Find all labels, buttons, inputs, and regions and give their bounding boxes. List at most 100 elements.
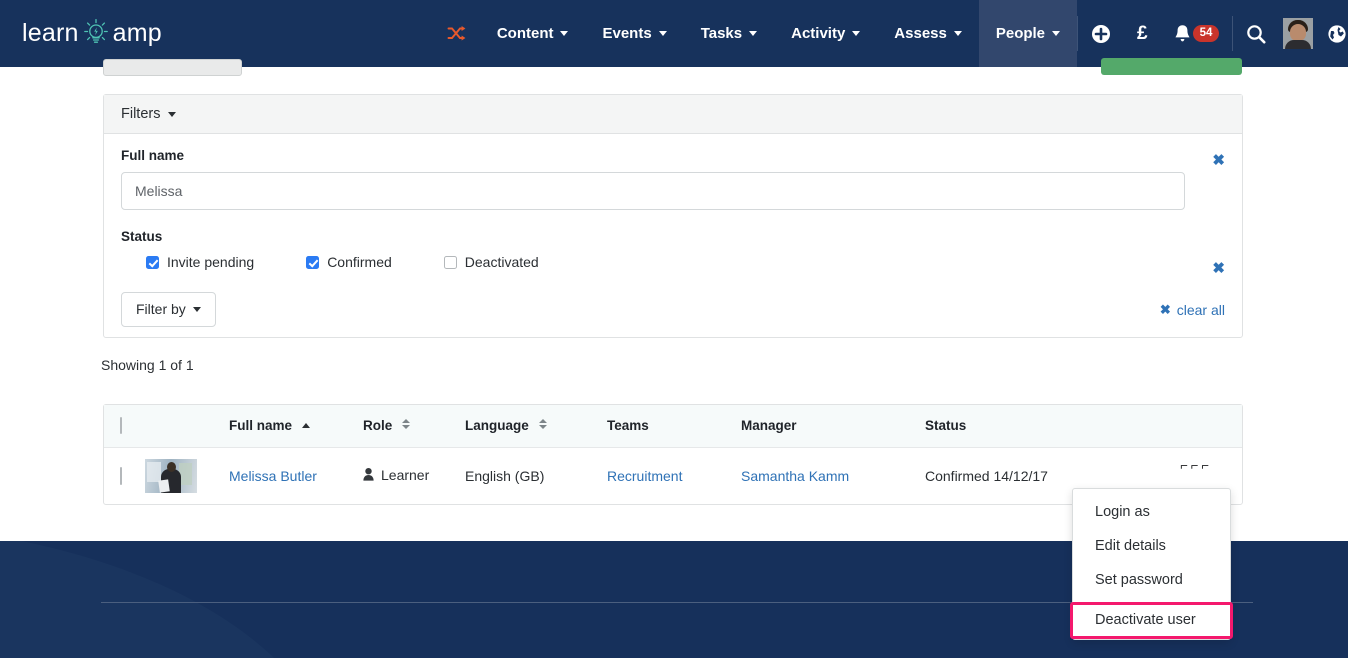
- row-role-label: Learner: [381, 467, 430, 484]
- plus-circle-icon: [1092, 24, 1111, 43]
- row-select-cell[interactable]: [104, 448, 145, 504]
- brand-text-left: learn: [22, 19, 79, 47]
- sort-both-icon: [402, 419, 411, 429]
- checkbox-box[interactable]: [146, 255, 159, 269]
- add-button[interactable]: [1078, 0, 1124, 67]
- chevron-down-icon: [749, 31, 758, 36]
- th-manager[interactable]: Manager: [741, 405, 925, 448]
- primary-nav: Content Events Tasks Activity Assess Peo…: [435, 0, 1078, 67]
- filters-panel-header[interactable]: Filters: [104, 95, 1242, 134]
- brand-text-right: amp: [112, 19, 162, 47]
- th-full-name[interactable]: Full name: [229, 405, 363, 448]
- add-people-button-cutoff[interactable]: [1101, 58, 1242, 75]
- chevron-down-icon: [658, 31, 667, 36]
- view-toggle-button-cutoff[interactable]: [103, 59, 242, 76]
- filter-actions-row: Filter by ✖ clear all: [121, 292, 1225, 327]
- filter-by-button[interactable]: Filter by: [121, 292, 216, 327]
- select-all-checkbox[interactable]: [120, 417, 122, 434]
- notifications-button[interactable]: 54: [1161, 0, 1233, 67]
- row-language-cell: English (GB): [465, 467, 545, 484]
- checkbox-box[interactable]: [306, 255, 320, 269]
- shuffle-icon[interactable]: [435, 0, 480, 67]
- clear-all-button[interactable]: ✖ clear all: [1160, 302, 1225, 318]
- row-teams-cell: Recruitment: [607, 448, 741, 504]
- avatar-window: [147, 461, 161, 482]
- checkbox-invite-pending[interactable]: Invite pending: [146, 254, 254, 270]
- full-name-input[interactable]: [121, 172, 1185, 210]
- th-label: Full name: [229, 418, 293, 433]
- th-role[interactable]: Role: [363, 405, 465, 448]
- nav-item-label: Activity: [791, 25, 846, 42]
- th-language[interactable]: Language: [465, 405, 607, 448]
- sort-ascending-icon: [301, 423, 310, 428]
- nav-item-content[interactable]: Content: [480, 0, 586, 67]
- table-header: Full name Role Language Teams Manager St…: [104, 405, 1242, 448]
- close-x-icon: ✖: [1159, 301, 1171, 317]
- checkbox-confirmed[interactable]: Confirmed: [306, 254, 392, 270]
- user-avatar[interactable]: [1283, 18, 1314, 49]
- bell-icon: [1175, 25, 1190, 42]
- filters-panel-body: Full name ✖ Status Invite pending Confir…: [104, 134, 1242, 337]
- status-checkbox-list: Invite pending Confirmed Deactivated: [121, 254, 1225, 270]
- table-header-row: Full name Role Language Teams Manager St…: [104, 405, 1242, 448]
- page-content: Filters Full name ✖ Status Invite pendin…: [0, 58, 1348, 541]
- language-button[interactable]: [1321, 0, 1348, 67]
- row-full-name-cell: Melissa Butler: [229, 448, 363, 504]
- remove-full-name-filter-icon[interactable]: ✖: [1212, 151, 1225, 169]
- row-role-cell: Learner: [363, 448, 465, 504]
- chevron-down-icon: [852, 31, 861, 36]
- brand-logo[interactable]: learn amp: [0, 0, 180, 67]
- nav-item-tasks[interactable]: Tasks: [684, 0, 774, 67]
- chevron-down-icon: [953, 31, 962, 36]
- menu-item-deactivate-user[interactable]: Deactivate user: [1070, 602, 1233, 639]
- person-icon: [363, 468, 374, 484]
- th-label: Language: [465, 418, 529, 433]
- avatar-document: [158, 479, 170, 493]
- menu-item-edit-details[interactable]: Edit details: [1073, 529, 1230, 563]
- nav-item-events[interactable]: Events: [585, 0, 683, 67]
- notification-count-badge: 54: [1192, 25, 1220, 42]
- th-actions: [1125, 405, 1242, 448]
- globe-icon: [1328, 24, 1347, 43]
- avatar-face: [1290, 24, 1307, 41]
- checkbox-label: Deactivated: [464, 254, 539, 270]
- filter-by-label: Filter by: [136, 301, 186, 317]
- th-label: Teams: [607, 418, 649, 433]
- checkbox-label: Invite pending: [167, 254, 255, 270]
- nav-item-label: People: [995, 25, 1046, 42]
- row-avatar-cell: [145, 448, 229, 504]
- nav-item-label: Content: [496, 25, 554, 42]
- team-link[interactable]: Recruitment: [607, 468, 682, 484]
- nav-item-people[interactable]: People: [978, 0, 1078, 67]
- menu-item-login-as[interactable]: Login as: [1073, 495, 1230, 529]
- nav-item-activity[interactable]: Activity: [774, 0, 877, 67]
- nav-item-label: Events: [602, 25, 652, 42]
- th-label: Status: [925, 418, 967, 433]
- chevron-down-icon: [1052, 31, 1061, 36]
- th-avatar: [145, 405, 229, 448]
- remove-status-filter-icon[interactable]: ✖: [1212, 259, 1225, 277]
- th-status[interactable]: Status: [925, 405, 1125, 448]
- person-name-link[interactable]: Melissa Butler: [229, 468, 317, 484]
- nav-item-assess[interactable]: Assess: [877, 0, 979, 67]
- menu-item-set-password[interactable]: Set password: [1073, 563, 1230, 597]
- th-select-all[interactable]: [104, 405, 145, 448]
- avatar-head: [167, 461, 176, 472]
- results-count: Showing 1 of 1: [101, 357, 194, 373]
- manager-link[interactable]: Samantha Kamm: [741, 468, 849, 484]
- th-teams[interactable]: Teams: [607, 405, 741, 448]
- checkbox-box[interactable]: [443, 255, 457, 269]
- checkbox-label: Confirmed: [327, 254, 392, 270]
- kebab-menu-icon[interactable]: ⌐⌐⌐: [1180, 458, 1212, 473]
- search-icon: [1247, 24, 1266, 43]
- th-label: Manager: [741, 418, 797, 433]
- filters-panel-title: Filters: [121, 106, 161, 122]
- row-checkbox[interactable]: [120, 466, 122, 485]
- avatar-body: [1285, 40, 1312, 49]
- search-button[interactable]: [1233, 0, 1279, 67]
- chevron-down-icon: [192, 306, 201, 312]
- row-actions-dropdown: Login as Edit details Set password Deact…: [1070, 488, 1233, 640]
- checkbox-deactivated[interactable]: Deactivated: [443, 254, 539, 270]
- billing-button[interactable]: £: [1124, 0, 1161, 67]
